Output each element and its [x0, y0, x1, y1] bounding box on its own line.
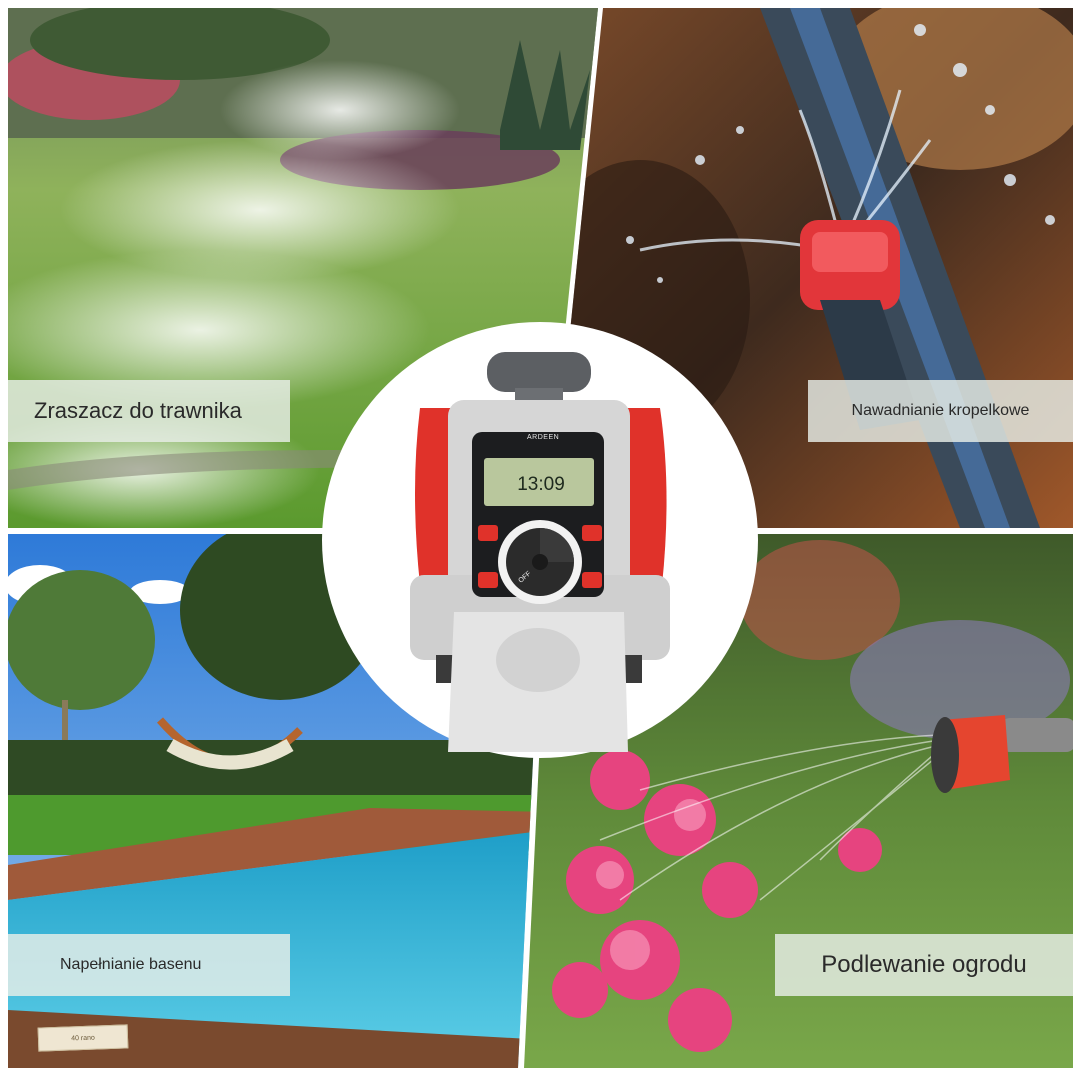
- pool-sign: 40 rano: [37, 1024, 129, 1052]
- label-garden-watering: Podlewanie ogrodu: [775, 934, 1073, 996]
- label-drip-irrigation: Nawadnianie kropelkowe: [808, 380, 1073, 442]
- collage: [8, 8, 1073, 1068]
- device-brand-logo: ARDEEN: [527, 434, 560, 441]
- water-timer-device: [322, 322, 758, 758]
- label-pool-filling: Napełnianie basenu: [8, 934, 290, 996]
- device-lcd-time: 13:09: [517, 474, 565, 495]
- label-lawn-sprinkler: Zraszacz do trawnika: [8, 380, 290, 442]
